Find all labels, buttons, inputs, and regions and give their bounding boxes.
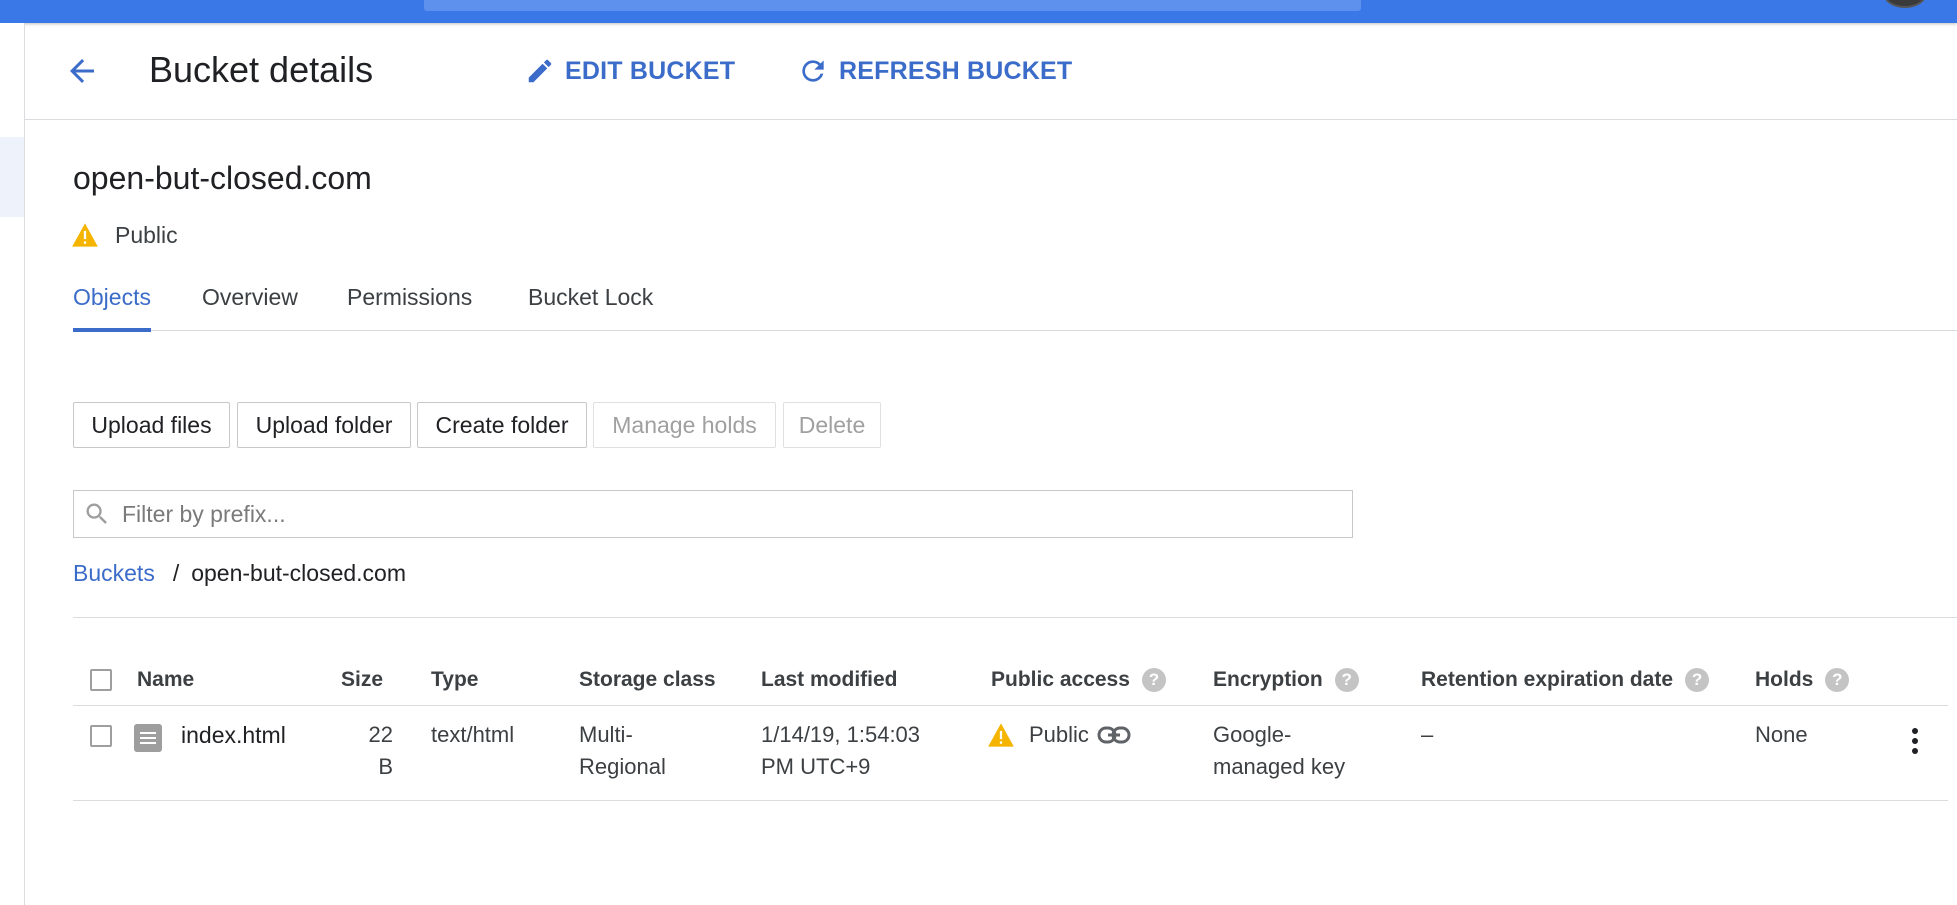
refresh-bucket-label: REFRESH BUCKET — [839, 56, 1073, 85]
last-modified-line1: 1/14/19, 1:54:03 — [761, 722, 921, 747]
column-header-encryption: Encryption ? — [1213, 668, 1359, 692]
object-last-modified: 1/14/19, 1:54:03 PM UTC+9 — [761, 719, 920, 783]
object-size: 22 B — [353, 719, 393, 783]
column-header-holds-label: Holds — [1755, 668, 1814, 691]
refresh-icon — [802, 60, 824, 82]
column-header-storage-class-label: Storage class — [579, 668, 716, 691]
link-icon[interactable] — [1097, 724, 1131, 746]
column-header-retention-label: Retention expiration date — [1421, 668, 1674, 691]
encryption-line2: managed key — [1213, 754, 1346, 779]
divider — [73, 617, 1957, 618]
column-header-public-access: Public access ? — [991, 668, 1166, 692]
column-header-encryption-label: Encryption — [1213, 668, 1323, 691]
public-access-label: Public — [1029, 722, 1089, 747]
help-icon[interactable]: ? — [1141, 668, 1166, 692]
warning-icon — [988, 723, 1014, 747]
objects-table-header: Name Size Type Storage class Last modifi… — [73, 660, 1948, 706]
bucket-access-label: Public — [115, 221, 178, 248]
column-header-retention: Retention expiration date ? — [1421, 668, 1710, 692]
page-header: Bucket details EDIT BUCKET REFRESH BUCKE… — [25, 23, 1957, 120]
arrow-back-icon — [70, 59, 94, 83]
column-header-storage-class[interactable]: Storage class — [579, 668, 716, 692]
delete-button[interactable]: Delete — [783, 402, 881, 448]
row-checkbox[interactable] — [90, 725, 112, 747]
column-header-last-modified[interactable]: Last modified — [761, 668, 898, 692]
object-size-unit: B — [378, 754, 393, 779]
global-search-bar[interactable] — [424, 0, 1361, 11]
left-nav-rail — [0, 23, 25, 905]
breadcrumb-separator: / — [172, 560, 180, 586]
breadcrumb: Buckets / open-but-closed.com — [73, 560, 406, 587]
tab-objects[interactable]: Objects — [73, 278, 151, 332]
file-icon — [134, 724, 162, 752]
filter-box — [73, 490, 1353, 538]
tab-bar: Objects Overview Permissions Bucket Lock — [73, 278, 1957, 332]
help-icon[interactable]: ? — [1825, 668, 1850, 692]
column-header-public-access-label: Public access — [991, 668, 1130, 691]
object-public-access: Public — [987, 719, 1131, 751]
top-app-bar — [0, 0, 1957, 23]
page-title: Bucket details — [149, 49, 374, 90]
storage-class-line1: Multi- — [579, 722, 633, 747]
column-header-size-label: Size — [341, 668, 384, 691]
last-modified-line2: PM UTC+9 — [761, 754, 871, 779]
refresh-bucket-button[interactable]: REFRESH BUCKET — [797, 53, 1072, 89]
object-size-value: 22 — [368, 722, 393, 747]
breadcrumb-current: open-but-closed.com — [191, 560, 407, 586]
back-button[interactable] — [62, 51, 102, 91]
breadcrumb-buckets-link[interactable]: Buckets — [73, 560, 155, 587]
object-type: text/html — [431, 722, 515, 747]
create-folder-button[interactable]: Create folder — [417, 402, 587, 448]
object-name-link[interactable]: index.html — [181, 719, 286, 751]
select-all-checkbox[interactable] — [90, 669, 112, 691]
column-header-last-modified-label: Last modified — [761, 668, 898, 691]
table-row[interactable]: index.html 22 B text/html Multi- Regiona… — [73, 707, 1948, 801]
column-header-name-label: Name — [137, 668, 195, 691]
help-icon[interactable]: ? — [1334, 668, 1359, 692]
left-nav-active-item[interactable] — [0, 137, 24, 217]
upload-folder-button[interactable]: Upload folder — [237, 402, 411, 448]
edit-bucket-label: EDIT BUCKET — [565, 56, 736, 85]
column-header-type[interactable]: Type — [431, 668, 478, 692]
object-retention: – — [1421, 722, 1434, 747]
upload-files-button[interactable]: Upload files — [73, 402, 230, 448]
bucket-access-status: Public — [71, 218, 178, 252]
bucket-name: open-but-closed.com — [73, 160, 372, 196]
filter-input[interactable] — [120, 499, 1320, 529]
object-storage-class: Multi- Regional — [579, 719, 666, 783]
tab-permissions[interactable]: Permissions — [347, 278, 472, 331]
user-avatar[interactable] — [1883, 0, 1927, 8]
manage-holds-button[interactable]: Manage holds — [593, 402, 776, 448]
pencil-icon — [528, 59, 552, 83]
column-header-name[interactable]: Name — [137, 668, 194, 692]
tab-bucket-lock[interactable]: Bucket Lock — [528, 278, 653, 331]
search-icon — [82, 499, 112, 529]
tab-overview[interactable]: Overview — [202, 278, 298, 331]
more-vert-icon[interactable] — [1903, 723, 1927, 759]
help-icon[interactable]: ? — [1685, 668, 1710, 692]
edit-bucket-button[interactable]: EDIT BUCKET — [525, 53, 735, 89]
column-header-size[interactable]: Size — [341, 668, 383, 692]
column-header-type-label: Type — [431, 668, 479, 691]
object-encryption: Google- managed key — [1213, 719, 1345, 783]
column-header-holds: Holds ? — [1755, 668, 1850, 692]
object-holds: None — [1755, 722, 1808, 747]
warning-icon — [72, 223, 98, 247]
encryption-line1: Google- — [1213, 722, 1292, 747]
storage-class-line2: Regional — [579, 754, 666, 779]
